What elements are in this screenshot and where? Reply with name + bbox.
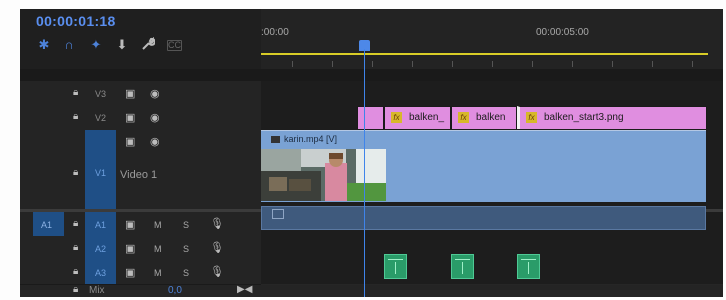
solo-button[interactable]: S bbox=[183, 220, 189, 230]
v2-clip[interactable]: fx balken bbox=[451, 106, 517, 130]
lock-icon[interactable]: 🔒︎ bbox=[73, 167, 83, 178]
sync-lock-icon[interactable]: ▣ bbox=[125, 87, 135, 100]
sync-lock-icon[interactable]: ▣ bbox=[125, 218, 135, 231]
clip-label: balken bbox=[476, 112, 506, 123]
time-ruler[interactable]: :00:00 00:00:05:00 bbox=[261, 9, 723, 69]
sync-lock-icon[interactable]: ▣ bbox=[125, 242, 135, 255]
track-id: A2 bbox=[95, 244, 107, 254]
track-name: Video 1 bbox=[120, 169, 158, 181]
captions-icon[interactable]: CC bbox=[167, 40, 182, 51]
clip-fx-icon bbox=[272, 209, 284, 219]
microphone-icon[interactable]: 🎙︎ bbox=[210, 217, 224, 230]
solo-button[interactable]: S bbox=[183, 268, 189, 278]
magnet-icon[interactable]: ∩ bbox=[61, 37, 77, 53]
mix-volume-value[interactable]: 0,0 bbox=[168, 285, 182, 296]
track-header-v3: 🔒︎ V3 ▣ ◉ bbox=[20, 81, 261, 106]
playhead-line[interactable] bbox=[364, 49, 365, 297]
v2-clip[interactable] bbox=[357, 106, 384, 130]
mute-button[interactable]: M bbox=[154, 220, 162, 230]
eye-icon[interactable]: ◉ bbox=[150, 111, 160, 124]
track-area-a2[interactable] bbox=[261, 236, 723, 261]
track-header-v1: 🔒︎ V1 ▣ ◉ Video 1 bbox=[20, 129, 261, 210]
source-patch-label: A1 bbox=[41, 220, 53, 230]
sync-lock-icon[interactable]: ▣ bbox=[125, 135, 135, 148]
marker-icon[interactable]: ⬇ bbox=[114, 37, 130, 53]
clip-label: balken_start3.png bbox=[544, 112, 624, 123]
eye-icon[interactable]: ◉ bbox=[150, 87, 160, 100]
snap-icon[interactable]: ✱ bbox=[36, 37, 52, 53]
linked-selection-icon[interactable]: ✦ bbox=[88, 37, 104, 53]
mix-label: Mix bbox=[89, 285, 105, 296]
track-header-a1: A1 🔒︎ A1 ▣ M S 🎙︎ bbox=[20, 212, 261, 237]
track-header-a2: 🔒︎ A2 ▣ M S 🎙︎ bbox=[20, 236, 261, 261]
sync-lock-icon[interactable]: ▣ bbox=[125, 266, 135, 279]
ruler-label-start: :00:00 bbox=[261, 27, 289, 38]
v2-clip[interactable]: fx balken_ bbox=[384, 106, 451, 130]
fx-badge-icon: fx bbox=[458, 112, 469, 123]
track-header-a3: 🔒︎ A3 ▣ M S 🎙︎ bbox=[20, 260, 261, 285]
work-area-bar[interactable] bbox=[261, 53, 708, 55]
v2-clip[interactable]: fx balken_start3.png bbox=[517, 106, 707, 130]
mix-track: 🔒︎ Mix 0,0 ▶◀ bbox=[20, 284, 723, 297]
a1-audio-clip[interactable] bbox=[261, 206, 706, 230]
timeline-header-controls: 00:00:01:18 ✱ ∩ ✦ ⬇ CC bbox=[20, 9, 261, 69]
sync-lock-icon[interactable]: ▣ bbox=[125, 111, 135, 124]
adjustment-clip[interactable] bbox=[517, 254, 540, 279]
track-id: V1 bbox=[95, 168, 107, 178]
lock-icon[interactable]: 🔒︎ bbox=[73, 111, 83, 122]
lock-icon[interactable]: 🔒︎ bbox=[73, 87, 83, 98]
eye-icon[interactable]: ◉ bbox=[150, 135, 160, 148]
timeline-panel: 00:00:01:18 ✱ ∩ ✦ ⬇ CC :00:00 00:00:05:0… bbox=[20, 9, 723, 297]
clip-label: karin.mp4 [V] bbox=[271, 134, 337, 144]
lock-icon[interactable]: 🔒︎ bbox=[73, 218, 83, 229]
solo-button[interactable]: S bbox=[183, 244, 189, 254]
lock-icon[interactable]: 🔒︎ bbox=[73, 242, 83, 253]
clip-fx-icon bbox=[271, 136, 280, 143]
adjustment-clip[interactable] bbox=[451, 254, 474, 279]
track-id: A1 bbox=[95, 220, 107, 230]
microphone-icon[interactable]: 🎙︎ bbox=[210, 265, 224, 278]
microphone-icon[interactable]: 🎙︎ bbox=[210, 241, 224, 254]
track-area-v3[interactable] bbox=[261, 81, 723, 106]
go-to-end-icon[interactable]: ▶◀ bbox=[237, 284, 252, 295]
wrench-icon[interactable] bbox=[140, 36, 156, 53]
track-name: V3 bbox=[95, 89, 107, 99]
clip-label: balken_ bbox=[409, 112, 445, 123]
mute-button[interactable]: M bbox=[154, 268, 162, 278]
fx-badge-icon: fx bbox=[391, 112, 402, 123]
lock-icon[interactable]: 🔒︎ bbox=[73, 266, 83, 277]
playhead-timecode[interactable]: 00:00:01:18 bbox=[36, 13, 116, 29]
mute-button[interactable]: M bbox=[154, 244, 162, 254]
track-area-a3[interactable] bbox=[261, 260, 723, 285]
ruler-label-5s: 00:00:05:00 bbox=[536, 27, 589, 38]
track-name: V2 bbox=[95, 113, 107, 123]
clip-thumbnail bbox=[261, 149, 386, 201]
fx-badge-icon: fx bbox=[526, 112, 537, 123]
lock-icon[interactable]: 🔒︎ bbox=[73, 284, 83, 295]
adjustment-clip[interactable] bbox=[384, 254, 407, 279]
track-header-v2: 🔒︎ V2 ▣ ◉ bbox=[20, 105, 261, 130]
track-id: A3 bbox=[95, 268, 107, 278]
